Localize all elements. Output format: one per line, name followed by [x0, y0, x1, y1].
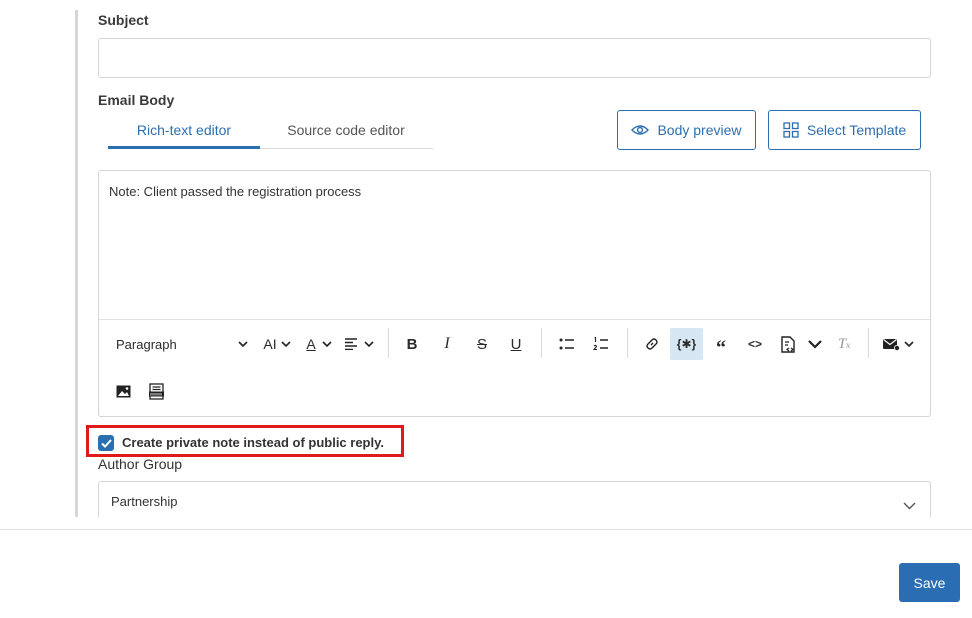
rich-text-editor[interactable]	[98, 170, 931, 417]
italic-icon: I	[444, 335, 450, 352]
subject-input[interactable]	[98, 38, 931, 78]
insert-image-button[interactable]	[112, 380, 134, 402]
remove-format-button[interactable]: Tx	[832, 332, 856, 356]
private-note-checkbox[interactable]	[98, 435, 114, 451]
strikethrough-button[interactable]: S	[470, 332, 494, 356]
remove-format-icon: Tx	[837, 335, 851, 352]
toolbar-divider	[99, 319, 930, 320]
italic-button[interactable]: I	[435, 332, 459, 356]
scroll-mask	[0, 517, 972, 529]
font-size-dropdown[interactable]: AI	[258, 332, 296, 356]
footer-divider	[0, 529, 972, 530]
toolbar-separator	[627, 328, 628, 358]
chevron-down-icon	[808, 339, 822, 349]
save-button[interactable]: Save	[899, 563, 960, 602]
toolbar-separator	[868, 328, 869, 358]
code-icon: <>	[747, 337, 762, 351]
placeholder-variable-button[interactable]: {✱}	[670, 328, 703, 360]
font-color-label: A	[306, 336, 316, 352]
align-dropdown[interactable]	[340, 332, 378, 356]
body-preview-button[interactable]: Body preview	[617, 110, 756, 150]
private-note-label[interactable]: Create private note instead of public re…	[122, 435, 384, 450]
more-dropdown-button[interactable]	[804, 332, 826, 356]
envelope-icon	[883, 339, 900, 351]
chevron-down-icon	[364, 340, 374, 347]
strikethrough-icon: S	[476, 335, 487, 353]
numbered-list-button[interactable]	[589, 332, 613, 356]
chevron-down-icon	[904, 340, 914, 347]
select-template-button[interactable]: Select Template	[768, 110, 921, 150]
quote-icon: “	[716, 337, 726, 359]
code-button[interactable]: <>	[743, 332, 767, 356]
insert-email-dropdown[interactable]	[878, 332, 918, 356]
link-icon	[646, 338, 658, 350]
chevron-down-icon	[322, 340, 332, 347]
bulleted-list-icon	[559, 338, 574, 350]
bulleted-list-button[interactable]	[555, 332, 579, 356]
author-group-value: Partnership	[111, 494, 178, 509]
paragraph-label: Paragraph	[116, 336, 177, 352]
blockquote-button[interactable]: “	[709, 332, 733, 359]
source-editing-button[interactable]	[776, 332, 800, 356]
email-body-label: Email Body	[98, 92, 175, 108]
bold-button[interactable]: B	[400, 332, 424, 356]
chevron-down-icon[interactable]	[903, 497, 916, 515]
chevron-down-icon	[281, 340, 291, 347]
grid-icon	[783, 122, 799, 138]
link-button[interactable]	[640, 332, 664, 356]
checkmark-icon	[100, 438, 112, 448]
body-preview-label: Body preview	[657, 122, 742, 138]
source-file-icon	[781, 335, 795, 353]
bold-icon: B	[406, 335, 418, 353]
toolbar-separator	[541, 328, 542, 358]
underline-button[interactable]: U	[504, 332, 528, 356]
paragraph-dropdown[interactable]: Paragraph	[108, 332, 248, 356]
image-icon	[116, 385, 130, 397]
editor-content[interactable]: Note: Client passed the registration pro…	[109, 184, 361, 199]
html-embed-icon	[148, 382, 164, 400]
curly-braces-icon: {✱}	[676, 337, 697, 351]
subject-label: Subject	[98, 12, 149, 28]
chevron-down-icon	[238, 340, 248, 347]
toolbar-separator	[388, 328, 389, 358]
font-size-label: AI	[263, 336, 277, 352]
author-group-label: Author Group	[98, 456, 183, 472]
author-group-select[interactable]	[98, 481, 931, 521]
eye-icon	[631, 125, 650, 135]
numbered-list-icon	[593, 337, 608, 351]
tab-rich-text-editor[interactable]: Rich-text editor	[108, 122, 260, 138]
select-template-label: Select Template	[806, 122, 907, 138]
font-color-dropdown[interactable]: A	[300, 332, 338, 356]
section-divider	[75, 10, 78, 517]
underline-icon: U	[510, 335, 522, 353]
html-embed-button[interactable]	[145, 380, 167, 402]
align-left-icon	[345, 338, 357, 350]
active-tab-indicator	[108, 146, 260, 149]
tab-source-code-editor[interactable]: Source code editor	[270, 122, 422, 138]
